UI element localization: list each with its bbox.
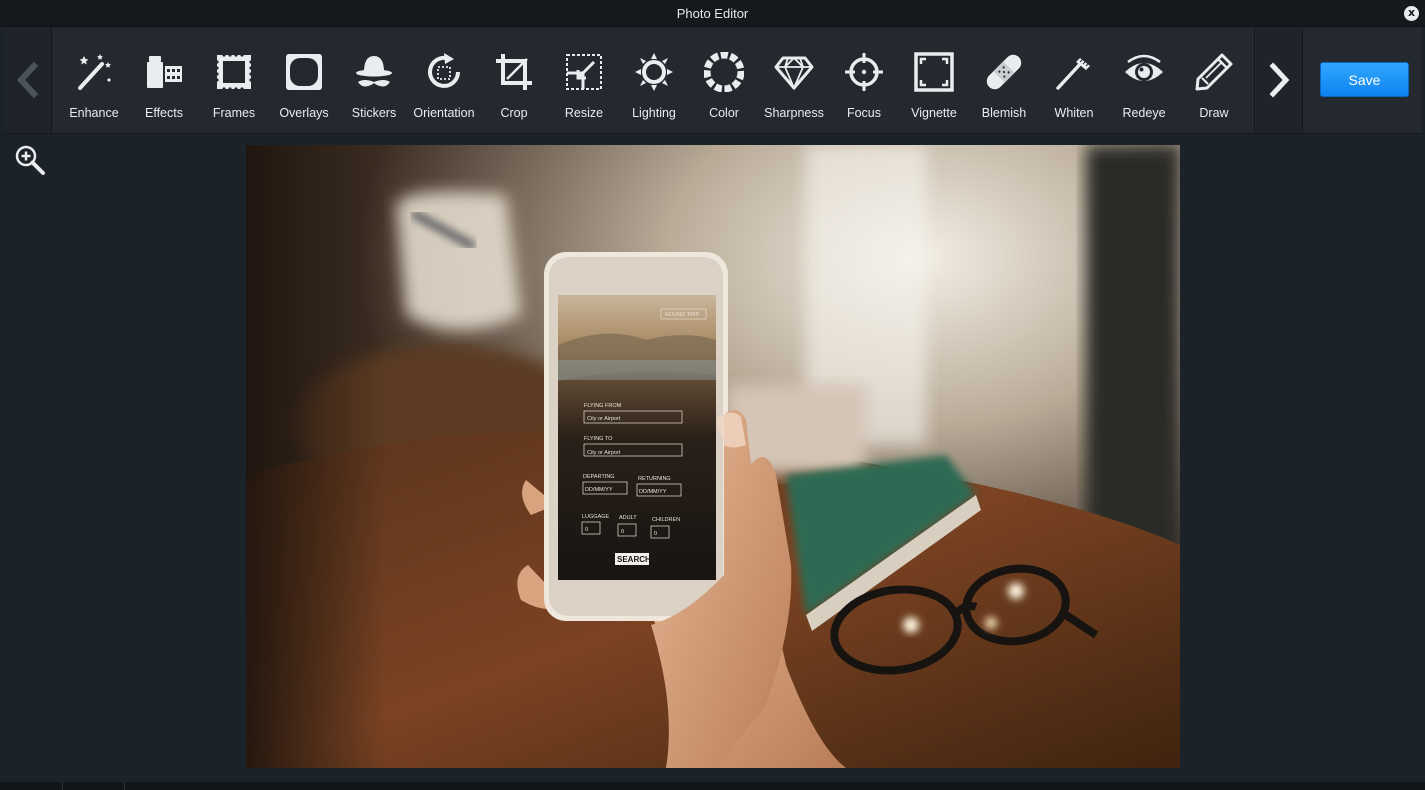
frame-icon: [215, 53, 253, 91]
vignette-icon: [914, 52, 954, 92]
film-icon: [147, 56, 182, 88]
tool-orientation[interactable]: Orientation: [409, 27, 479, 133]
tool-draw[interactable]: Draw: [1179, 27, 1249, 133]
tool-effects[interactable]: Effects: [129, 27, 199, 133]
magic-wand-icon: [78, 54, 111, 90]
brush-icon: [1056, 58, 1090, 90]
tool-label: Lighting: [632, 106, 676, 120]
tool-redeye[interactable]: Redeye: [1109, 27, 1179, 133]
flying-from-placeholder: City or Airport: [587, 416, 621, 422]
tool-label: Redeye: [1122, 106, 1166, 120]
chevron-right-icon: [1268, 62, 1289, 98]
tool-label: Vignette: [911, 106, 957, 120]
tool-crop[interactable]: Crop: [479, 27, 549, 133]
tool-label: Overlays: [279, 106, 329, 120]
mustache-hat-icon: [356, 56, 392, 87]
children-value: 0: [654, 531, 657, 537]
save-button[interactable]: Save: [1320, 62, 1409, 97]
canvas-area: ROUND TRIP FLYING FROM City or Airport F…: [4, 134, 1422, 782]
tool-label: Draw: [1199, 106, 1229, 120]
tool-label: Stickers: [351, 106, 397, 120]
tool-label: Frames: [212, 106, 256, 120]
form-badge: ROUND TRIP: [665, 312, 699, 318]
close-button[interactable]: x: [1404, 6, 1419, 21]
tool-blemish[interactable]: Blemish: [969, 27, 1039, 133]
title-bar: Photo Editor x: [0, 0, 1425, 27]
chevron-left-icon: [16, 62, 38, 98]
children-label: CHILDREN: [652, 517, 680, 523]
diamond-icon: [774, 56, 814, 91]
tool-label: Effects: [145, 106, 183, 120]
tool-overlays[interactable]: Overlays: [269, 27, 339, 133]
tool-label: Color: [709, 106, 739, 120]
tool-label: Blemish: [981, 106, 1027, 120]
resize-icon: [566, 54, 602, 90]
tool-lighting[interactable]: Lighting: [619, 27, 689, 133]
tool-label: Focus: [846, 106, 882, 120]
returning-label: RETURNING: [638, 476, 671, 482]
departing-label: DEPARTING: [583, 474, 615, 480]
tool-enhance[interactable]: Enhance: [59, 27, 129, 133]
phone: ROUND TRIP FLYING FROM City or Airport F…: [544, 252, 728, 621]
tool-stickers[interactable]: Stickers: [339, 27, 409, 133]
search-button-label: SEARCH: [617, 555, 651, 564]
tool-frames[interactable]: Frames: [199, 27, 269, 133]
overlay-icon: [286, 54, 322, 90]
departing-value: DD/MM/YY: [585, 487, 613, 493]
tool-label: Resize: [564, 106, 604, 120]
tool-sharpness[interactable]: Sharpness: [759, 27, 829, 133]
tool-whiten[interactable]: Whiten: [1039, 27, 1109, 133]
eye-icon: [1125, 54, 1163, 81]
tool-vignette[interactable]: Vignette: [899, 27, 969, 133]
scroll-right-button[interactable]: [1254, 27, 1303, 133]
status-divider: [62, 782, 63, 790]
zoom-in-icon[interactable]: [14, 144, 46, 176]
photo[interactable]: ROUND TRIP FLYING FROM City or Airport F…: [246, 145, 1180, 768]
sun-icon: [635, 53, 673, 91]
pencil-icon: [1195, 53, 1233, 91]
tool-color[interactable]: Color: [689, 27, 759, 133]
tool-label: Orientation: [413, 106, 475, 120]
window-title: Photo Editor: [676, 6, 749, 21]
adult-value: 0: [621, 529, 624, 535]
bandage-icon: [986, 54, 1022, 90]
crosshair-icon: [845, 53, 883, 91]
tool-label: Sharpness: [764, 106, 824, 120]
crop-icon: [496, 54, 532, 90]
flying-to-label: FLYING TO: [584, 436, 613, 442]
flying-to-placeholder: City or Airport: [587, 450, 621, 456]
flying-from-label: FLYING FROM: [584, 403, 622, 409]
luggage-value: 0: [585, 527, 588, 533]
luggage-label: LUGGAGE: [582, 514, 610, 520]
adult-label: ADULT: [619, 515, 637, 521]
photo-image: ROUND TRIP FLYING FROM City or Airport F…: [246, 145, 1180, 768]
toolbar: Enhance Effects Frames Overlays Stickers…: [4, 27, 1422, 134]
tool-focus[interactable]: Focus: [829, 27, 899, 133]
tool-list: Enhance Effects Frames Overlays Stickers…: [59, 27, 1249, 133]
status-bar: [0, 782, 1425, 790]
tool-label: Enhance: [69, 106, 119, 120]
color-wheel-icon: [704, 52, 744, 92]
tool-resize[interactable]: Resize: [549, 27, 619, 133]
tool-label: Crop: [500, 106, 528, 120]
returning-value: DD/MM/YY: [639, 489, 667, 495]
scroll-left-button[interactable]: [4, 27, 52, 133]
status-divider: [124, 782, 125, 790]
tool-label: Whiten: [1054, 106, 1094, 120]
rotate-icon: [428, 53, 460, 88]
